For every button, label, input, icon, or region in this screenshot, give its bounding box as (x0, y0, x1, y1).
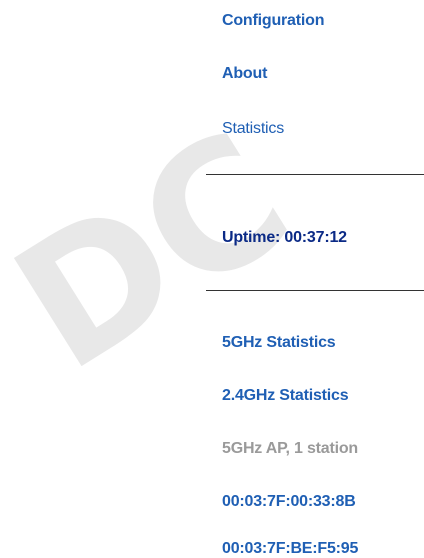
uptime-text: Uptime: 00:37:12 (222, 229, 347, 246)
divider-bottom (206, 290, 424, 291)
divider-top (206, 174, 424, 175)
nav-configuration-link[interactable]: Configuration (222, 12, 324, 30)
nav-statistics-link[interactable]: Statistics (222, 120, 284, 138)
station-link-1[interactable]: 00:03:7F:00:33:8B (222, 493, 356, 511)
station-link-2[interactable]: 00:03:7F:BE:F5:95 (222, 540, 358, 558)
stats-24ghz-link[interactable]: 2.4GHz Statistics (222, 387, 349, 405)
stats-5ghz-link[interactable]: 5GHz Statistics (222, 334, 336, 352)
watermark-logo: DC (0, 93, 323, 411)
nav-about-link[interactable]: About (222, 65, 267, 83)
ap-summary-text: 5GHz AP, 1 station (222, 440, 358, 457)
